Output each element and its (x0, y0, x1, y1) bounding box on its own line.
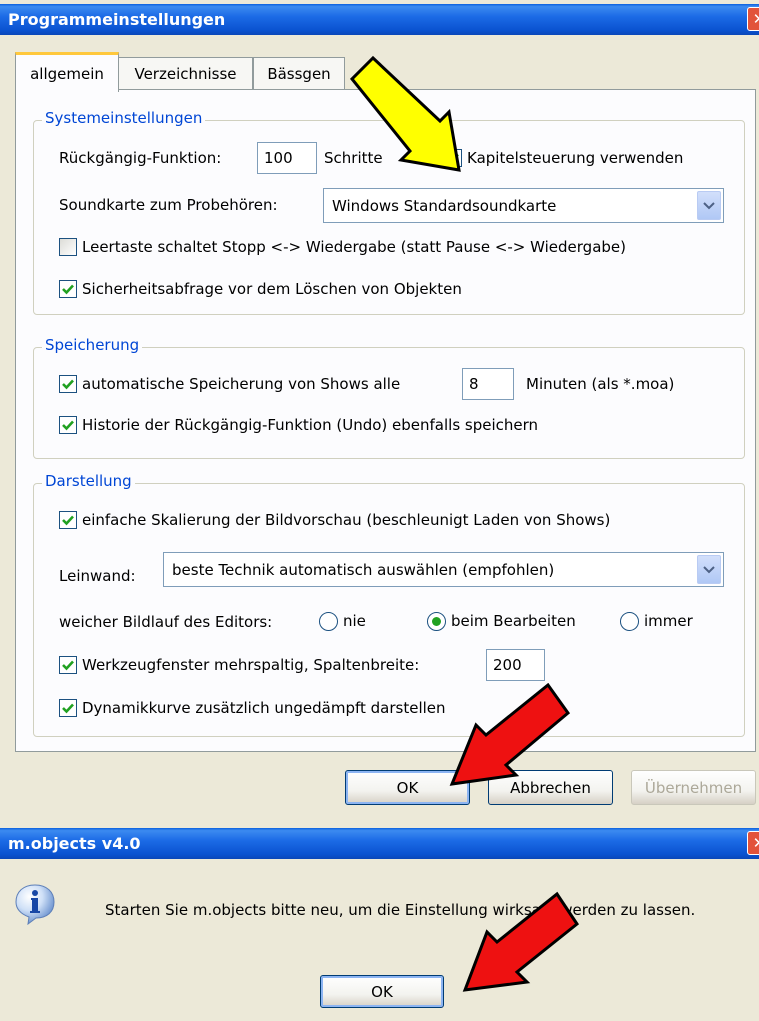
radio-label: beim Bearbeiten (451, 612, 576, 630)
cancel-button[interactable]: Abbrechen (488, 770, 613, 805)
history-label: Historie der Rückgängig-Funktion (Undo) … (82, 416, 539, 434)
checkbox-unchecked-icon (59, 238, 77, 256)
messagebox-title: m.objects v4.0 (8, 834, 141, 853)
dynamics-checkbox[interactable]: Dynamikkurve zusätzlich ungedämpft darst… (59, 697, 446, 719)
chapter-control-label: Kapitelsteuerung verwenden (467, 149, 684, 167)
apply-button[interactable]: Übernehmen (631, 770, 756, 805)
radio-label: nie (343, 612, 366, 630)
group-title: Darstellung (42, 472, 135, 490)
autosave-label: automatische Speicherung von Shows alle (82, 375, 401, 393)
canvas-select[interactable]: beste Technik automatisch auswählen (emp… (163, 552, 724, 587)
space-toggle-label: Leertaste schaltet Stopp <-> Wiedergabe … (82, 238, 626, 256)
undo-unit: Schritte (324, 149, 383, 167)
group-title: Systemeinstellungen (42, 109, 206, 127)
simple-scaling-label: einfache Skalierung der Bildvorschau (be… (82, 511, 611, 529)
dialog-title: Programmeinstellungen (8, 10, 226, 29)
history-checkbox[interactable]: Historie der Rückgängig-Funktion (Undo) … (59, 414, 538, 436)
checkbox-checked-icon (59, 699, 77, 717)
checkbox-checked-icon (59, 280, 77, 298)
chevron-down-icon[interactable] (697, 555, 721, 584)
column-width-input[interactable]: 200 (486, 649, 545, 681)
autosave-unit: Minuten (als *.moa) (526, 375, 675, 393)
chapter-control-checkbox[interactable]: Kapitelsteuerung verwenden (444, 147, 683, 169)
undo-label: Rückgängig-Funktion: (59, 149, 222, 167)
tab-allgemein[interactable]: allgemein (15, 52, 119, 92)
radio-scroll-never[interactable]: nie (319, 609, 366, 633)
checkbox-checked-icon (59, 511, 77, 529)
toolwindow-checkbox[interactable]: Werkzeugfenster mehrspaltig, Spaltenbrei… (59, 654, 419, 676)
radio-icon (620, 611, 639, 631)
ok-button[interactable]: OK (345, 770, 470, 805)
checkbox-checked-icon (59, 416, 77, 434)
messagebox-ok-button[interactable]: OK (320, 975, 444, 1008)
soundcard-value: Windows Standardsoundkarte (332, 196, 557, 215)
chevron-down-icon[interactable] (697, 191, 721, 220)
checkbox-checked-icon (59, 375, 77, 393)
canvas-value: beste Technik automatisch auswählen (emp… (172, 560, 555, 579)
info-icon (14, 883, 56, 926)
delete-confirm-checkbox[interactable]: Sicherheitsabfrage vor dem Löschen von O… (59, 278, 462, 300)
tab-baessgen[interactable]: Bässgen (253, 57, 345, 90)
close-icon: ✕ (752, 834, 759, 852)
scroll-label: weicher Bildlauf des Editors: (59, 613, 273, 631)
delete-confirm-label: Sicherheitsabfrage vor dem Löschen von O… (82, 280, 462, 298)
tab-label: Verzeichnisse (134, 65, 237, 83)
tab-label: Bässgen (267, 65, 331, 83)
radio-icon (319, 611, 338, 631)
radio-scroll-editing[interactable]: beim Bearbeiten (427, 609, 576, 633)
message-text: Starten Sie m.objects bitte neu, um die … (105, 901, 696, 919)
dialog-titlebar[interactable]: Programmeinstellungen ✕ (0, 4, 759, 35)
radio-selected-icon (427, 611, 446, 631)
group-title: Speicherung (42, 336, 143, 354)
tab-label: allgemein (30, 64, 104, 83)
soundcard-label: Soundkarte zum Probehören: (59, 196, 278, 214)
autosave-checkbox[interactable]: automatische Speicherung von Shows alle (59, 373, 400, 395)
checkbox-checked-icon (59, 656, 77, 674)
undo-steps-input[interactable]: 100 (257, 142, 317, 174)
radio-scroll-always[interactable]: immer (620, 609, 693, 633)
close-button[interactable]: ✕ (747, 7, 759, 31)
checkbox-checked-icon (444, 149, 462, 167)
autosave-minutes-input[interactable]: 8 (462, 368, 514, 400)
soundcard-select[interactable]: Windows Standardsoundkarte (323, 188, 724, 223)
messagebox-titlebar[interactable]: m.objects v4.0 ✕ (0, 828, 759, 859)
space-toggle-checkbox[interactable]: Leertaste schaltet Stopp <-> Wiedergabe … (59, 236, 626, 258)
dynamics-label: Dynamikkurve zusätzlich ungedämpft darst… (82, 699, 446, 717)
group-speicherung: Speicherung (33, 336, 745, 459)
toolwindow-label: Werkzeugfenster mehrspaltig, Spaltenbrei… (82, 656, 420, 674)
simple-scaling-checkbox[interactable]: einfache Skalierung der Bildvorschau (be… (59, 509, 610, 531)
close-button[interactable]: ✕ (747, 831, 759, 855)
tab-verzeichnisse[interactable]: Verzeichnisse (118, 57, 253, 90)
tab-page-allgemein: Systemeinstellungen Rückgängig-Funktion:… (15, 89, 756, 752)
canvas-label: Leinwand: (59, 567, 136, 585)
close-icon: ✕ (752, 10, 759, 28)
radio-label: immer (644, 612, 693, 630)
